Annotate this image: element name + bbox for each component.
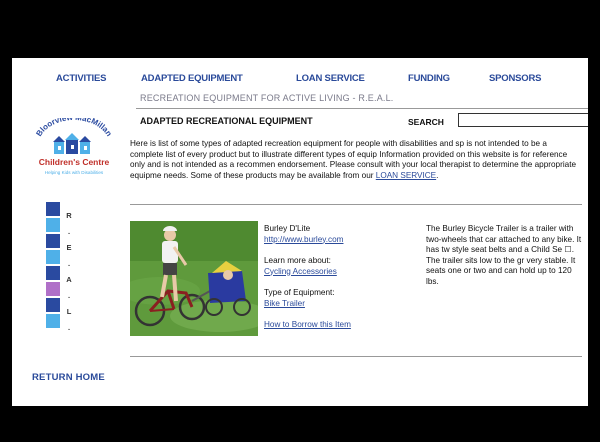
bike-trailer-link[interactable]: Bike Trailer [264,299,414,310]
nav-adapted-equipment[interactable]: ADAPTED EQUIPMENT [141,73,243,84]
vertical-letter: A [66,275,72,284]
item-url-link[interactable]: http://www.burley.com [264,235,414,246]
nav-loan-service[interactable]: LOAN SERVICE [296,73,365,84]
vertical-letter: . [67,259,71,268]
top-divider [136,108,588,109]
top-nav: ACTIVITIES ADAPTED EQUIPMENT LOAN SERVIC… [12,73,588,89]
intro-divider [130,204,582,205]
color-square [46,314,60,328]
vertical-letter: L [66,307,72,316]
color-square [46,202,60,216]
nav-activities[interactable]: ACTIVITIES [56,73,106,84]
color-square [46,266,60,280]
vertical-letter: R [66,211,72,220]
real-color-squares [46,202,60,330]
item-description: The Burley Bicycle Trailer is a trailer … [426,224,582,286]
web-page: ACTIVITIES ADAPTED EQUIPMENT LOAN SERVIC… [12,58,588,406]
intro-end: . [436,170,439,180]
return-home-link[interactable]: RETURN HOME [32,372,105,383]
logo-tagline: Helping Kids with Disabilities [45,170,104,175]
item-details: Burley D'Lite http://www.burley.com Lear… [264,224,414,331]
page-subtitle: RECREATION EQUIPMENT FOR ACTIVE LIVING -… [140,93,394,103]
search-label: SEARCH [408,117,444,127]
color-square [46,218,60,232]
cycling-accessories-link[interactable]: Cycling Accessories [264,267,414,278]
color-square [46,250,60,264]
color-square [46,298,60,312]
intro-text: Here is list of some types of adapted re… [130,139,577,180]
vertical-letter: . [67,323,71,332]
logo-houses-icon [53,133,91,154]
nav-sponsors[interactable]: SPONSORS [489,73,541,84]
nav-funding[interactable]: FUNDING [408,73,450,84]
equipment-type-label: Type of Equipment: [264,288,335,297]
logo-name: Children's Centre [39,157,110,167]
intro-paragraph: Here is list of some types of adapted re… [130,139,582,181]
section-heading: ADAPTED RECREATIONAL EQUIPMENT [140,116,313,126]
vertical-letter: E [66,243,72,252]
item-name: Burley D'Lite [264,224,311,233]
color-square [46,282,60,296]
bottom-divider [130,356,582,357]
real-vertical-label: R. E. A. L. [64,208,74,336]
product-photo [130,221,258,336]
vertical-letter: . [67,291,71,300]
centre-logo[interactable]: Bloorview MacMillan Children's Centre He… [28,118,120,188]
learn-more-label: Learn more about: [264,256,331,265]
loan-service-link[interactable]: LOAN SERVICE [376,171,436,180]
how-to-borrow-link[interactable]: How to Borrow this Item [264,320,414,331]
color-square [46,234,60,248]
search-input[interactable] [458,113,588,127]
vertical-letter: . [67,227,71,236]
